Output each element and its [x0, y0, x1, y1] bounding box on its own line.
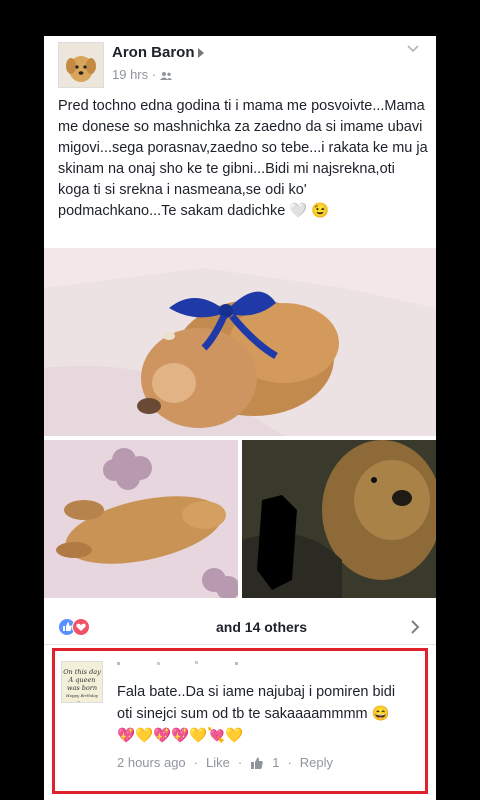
comment-text: Fala bate..Da si iame najubaj i pomiren …	[117, 684, 396, 722]
photo-puppy-bow[interactable]	[44, 248, 436, 436]
friends-audience-icon[interactable]	[159, 71, 172, 81]
reactions-bar[interactable]: and 14 others	[58, 616, 428, 640]
avatar-caption-3: was born	[66, 684, 98, 692]
comment-time[interactable]: 2 hours ago	[117, 755, 186, 770]
comment-meta: 2 hours ago · Like · 1 · Reply	[117, 755, 333, 770]
chevron-right-icon[interactable]	[408, 618, 422, 636]
post-emoji: 🤍 😉	[289, 203, 330, 219]
divider	[44, 644, 436, 645]
commenter-name-redacted[interactable]	[117, 659, 247, 669]
meta-dot: ·	[237, 755, 243, 770]
comment-like-count[interactable]: 1	[272, 755, 279, 770]
highlighted-comment: On this day A queen was born Happy Birth…	[52, 648, 428, 794]
avatar-caption-1: On this day	[63, 668, 101, 676]
comment-reply-button[interactable]: Reply	[300, 755, 333, 770]
author-name[interactable]: Aron Baron	[112, 44, 195, 61]
reactions-summary[interactable]: and 14 others	[216, 619, 307, 635]
meta-dot: ·	[287, 755, 292, 770]
meta-dot: ·	[193, 755, 199, 770]
post-card: Aron Baron 19 hrs · Pred tochno edna god…	[44, 36, 436, 800]
share-arrow-icon	[197, 48, 204, 59]
comment-like-button[interactable]: Like	[206, 755, 230, 770]
avatar-caption-4: Happy Birthday Dear	[65, 693, 99, 703]
post-text: Pred tochno edna godina ti i mama me pos…	[58, 98, 428, 219]
post-time[interactable]: 19 hrs	[112, 67, 148, 82]
author-avatar[interactable]	[58, 42, 104, 88]
comment-body: Fala bate..Da si iame najubaj i pomiren …	[117, 681, 407, 747]
chevron-down-icon[interactable]	[406, 42, 420, 56]
thumbs-up-icon	[251, 757, 263, 769]
photo-puppy-sleeping[interactable]	[44, 440, 238, 598]
avatar-caption-2: A queen	[68, 676, 96, 684]
meta-separator: ·	[151, 67, 157, 82]
photo-puppy-portrait[interactable]	[242, 440, 436, 598]
love-reaction-icon	[72, 618, 90, 636]
post-body: Pred tochno edna godina ti i mama me pos…	[58, 96, 428, 222]
post-author[interactable]: Aron Baron	[112, 44, 204, 61]
commenter-avatar[interactable]: On this day A queen was born Happy Birth…	[61, 661, 103, 703]
post-meta: 19 hrs ·	[112, 67, 172, 82]
